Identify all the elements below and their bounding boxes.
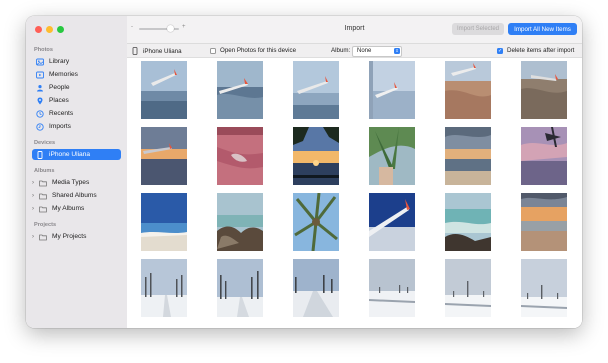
photo-grid	[127, 58, 582, 328]
sidebar-item-library[interactable]: Library	[32, 56, 121, 67]
close-window-button[interactable]	[35, 26, 42, 33]
photo-thumbnail[interactable]	[293, 127, 339, 185]
photo-thumbnail[interactable]	[141, 127, 187, 185]
photo-thumbnail[interactable]	[369, 61, 415, 119]
photo-thumbnail[interactable]	[445, 61, 491, 119]
delete-after-import-label: Delete items after import	[507, 47, 575, 54]
iphone-icon	[132, 47, 138, 55]
sidebar-item-iphone-uliana[interactable]: iPhone Uliana	[32, 149, 121, 160]
main-pane: - + Import Import Selected Import All Ne…	[127, 16, 582, 328]
photo-thumbnail[interactable]	[521, 193, 567, 251]
photo-thumbnail[interactable]	[521, 127, 567, 185]
photo-thumbnail[interactable]	[217, 127, 263, 185]
sidebar-item-my-albums[interactable]: › My Albums	[32, 203, 121, 214]
imports-clock-icon	[36, 122, 44, 131]
sidebar-item-shared-albums[interactable]: › Shared Albums	[32, 190, 121, 201]
recents-clock-icon	[36, 109, 44, 118]
photo-thumbnail[interactable]	[521, 61, 567, 119]
photo-thumbnail[interactable]	[217, 259, 263, 317]
photo-thumbnail[interactable]	[369, 259, 415, 317]
open-photos-checkbox[interactable]	[210, 47, 216, 54]
sidebar-section-albums: Albums	[34, 168, 55, 174]
chevron-right-icon[interactable]: ›	[32, 234, 38, 240]
photo-thumbnail[interactable]	[141, 259, 187, 317]
album-select[interactable]: None ⇕	[352, 46, 402, 57]
device-name: iPhone Uliana	[143, 47, 182, 55]
chevron-updown-icon: ⇕	[394, 48, 400, 54]
photo-thumbnail[interactable]	[293, 259, 339, 317]
titlebar: - + Import Import Selected Import All Ne…	[127, 16, 582, 44]
iphone-icon	[36, 150, 44, 159]
photo-thumbnail[interactable]	[141, 193, 187, 251]
device-indicator: iPhone Uliana	[132, 47, 182, 55]
sidebar-item-memories[interactable]: Memories	[32, 69, 121, 80]
chevron-right-icon[interactable]: ›	[32, 180, 38, 186]
photo-thumbnail[interactable]	[445, 127, 491, 185]
photo-thumbnail[interactable]	[217, 193, 263, 251]
sidebar-item-label: Places	[49, 97, 69, 104]
sidebar-item-label: My Albums	[52, 205, 85, 212]
photo-thumbnail[interactable]	[293, 61, 339, 119]
sidebar-item-places[interactable]: Places	[32, 95, 121, 106]
people-icon	[36, 84, 44, 92]
photo-thumbnail[interactable]	[217, 61, 263, 119]
sidebar-section-projects: Projects	[34, 222, 57, 228]
open-photos-option[interactable]: Open Photos for this device	[210, 47, 296, 54]
sidebar-item-label: iPhone Uliana	[49, 151, 91, 158]
folder-icon	[39, 179, 47, 187]
sidebar-item-label: Media Types	[52, 179, 90, 186]
photo-thumbnail[interactable]	[445, 259, 491, 317]
maximize-window-button[interactable]	[57, 26, 64, 33]
import-selected-button[interactable]: Import Selected	[452, 23, 504, 35]
sidebar-section-photos: Photos	[34, 47, 53, 53]
photo-thumbnail[interactable]	[369, 193, 415, 251]
sidebar-item-label: Library	[49, 58, 70, 65]
folder-icon	[39, 192, 47, 200]
import-all-new-items-button[interactable]: Import All New Items	[508, 23, 577, 35]
sidebar-item-imports[interactable]: Imports	[32, 121, 121, 132]
sidebar-item-label: People	[49, 84, 70, 91]
sidebar-item-media-types[interactable]: › Media Types	[32, 177, 121, 188]
minimize-window-button[interactable]	[46, 26, 53, 33]
sidebar-item-label: Recents	[49, 110, 74, 117]
memories-icon	[36, 71, 44, 79]
sidebar: Photos Library Memories People Places Re…	[26, 16, 128, 328]
chevron-right-icon[interactable]: ›	[32, 193, 38, 199]
photo-thumbnail[interactable]	[141, 61, 187, 119]
sidebar-item-label: Shared Albums	[52, 192, 97, 199]
delete-after-import-checkbox[interactable]: ✓	[497, 47, 503, 54]
folder-icon	[39, 233, 47, 241]
folder-icon	[39, 205, 47, 213]
sidebar-item-label: Memories	[49, 71, 78, 78]
album-label: Album:	[331, 47, 351, 54]
chevron-right-icon[interactable]: ›	[32, 206, 38, 212]
open-photos-label: Open Photos for this device	[220, 47, 297, 54]
delete-after-import-option[interactable]: ✓ Delete items after import	[497, 47, 574, 54]
sidebar-item-people[interactable]: People	[32, 82, 121, 93]
import-window: Photos Library Memories People Places Re…	[26, 16, 582, 328]
photo-thumbnail[interactable]	[445, 193, 491, 251]
photo-thumbnail[interactable]	[369, 127, 415, 185]
sidebar-section-devices: Devices	[34, 140, 56, 146]
sidebar-item-label: Imports	[49, 123, 71, 130]
photo-library-icon	[36, 58, 44, 66]
photo-thumbnail[interactable]	[521, 259, 567, 317]
sidebar-item-my-projects[interactable]: › My Projects	[32, 231, 121, 242]
photo-thumbnail[interactable]	[293, 193, 339, 251]
sidebar-item-recents[interactable]: Recents	[32, 108, 121, 119]
album-select-value: None	[357, 48, 372, 54]
import-toolbar: iPhone Uliana Open Photos for this devic…	[127, 44, 582, 58]
places-pin-icon	[36, 97, 44, 105]
sidebar-item-label: My Projects	[52, 233, 87, 240]
